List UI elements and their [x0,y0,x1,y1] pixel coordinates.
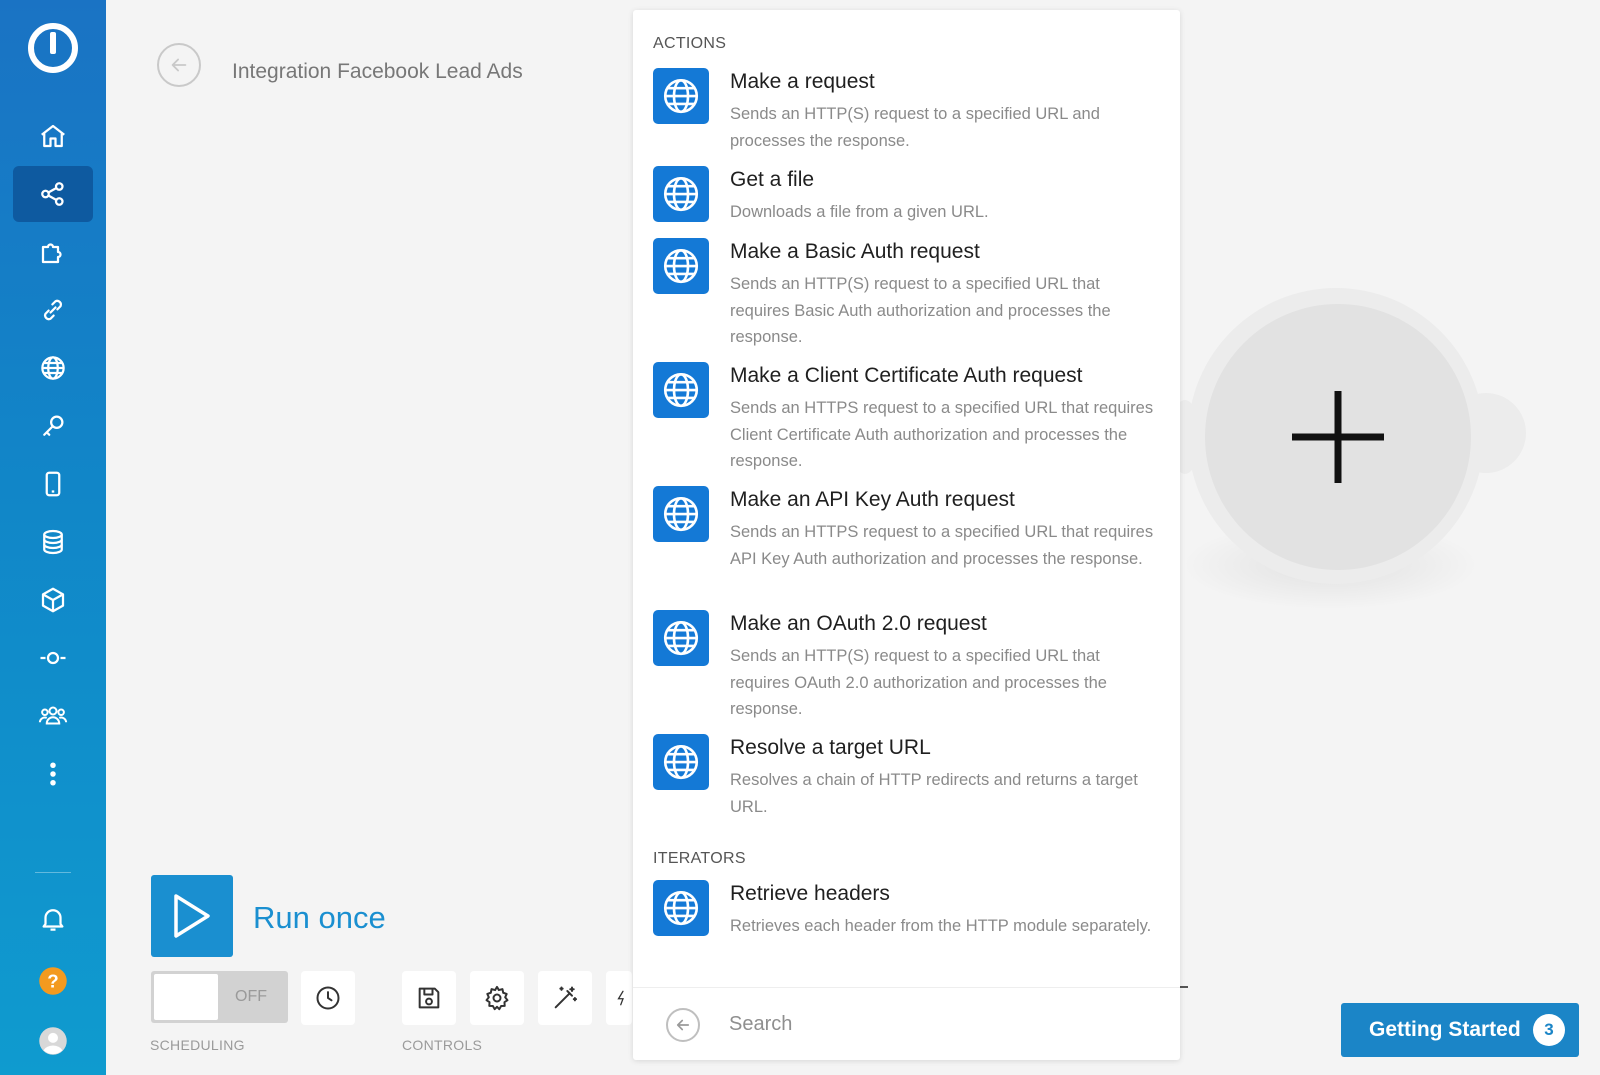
mobile-icon [45,471,61,497]
sidebar-item-more[interactable] [13,746,93,802]
toggle-state: OFF [235,988,267,1005]
team-icon [38,706,68,725]
sidebar-item-datastructures[interactable] [13,572,93,628]
module-search-input[interactable] [729,1004,1149,1044]
database-icon [43,529,63,555]
http-globe-icon [653,610,709,666]
http-globe-icon [653,68,709,124]
module-description: Sends an HTTP(S) request to a specified … [730,647,1107,718]
sidebar-item-keys[interactable] [13,398,93,454]
cube-icon [41,587,65,613]
sidebar-item-connections[interactable] [13,282,93,338]
module-description: Downloads a file from a given URL. [730,203,989,221]
module-name: Make an API Key Auth request [730,488,1015,511]
sidebar-item-webhooks-globe[interactable] [13,340,93,396]
section-actions-title: ACTIONS [653,35,727,52]
key-icon [43,415,64,436]
toolbar-divider [1180,986,1188,988]
search-back-button[interactable] [666,1008,700,1042]
sidebar-item-scenarios[interactable] [13,166,93,222]
http-globe-icon [653,880,709,936]
getting-started-count-badge: 3 [1533,1014,1565,1046]
arrow-left-icon [676,1019,690,1031]
schedule-settings-button[interactable] [301,971,355,1025]
getting-started-button[interactable]: Getting Started 3 [1341,1003,1579,1057]
module-search-bar [633,987,1180,1060]
sidebar-item-profile[interactable] [13,1013,93,1069]
controls-label: CONTROLS [402,1037,483,1053]
http-globe-icon [653,238,709,294]
module-description: Retrieves each header from the HTTP modu… [730,917,1152,935]
svg-text:?: ? [47,970,58,991]
sidebar: ? [0,0,106,1075]
add-module-node[interactable] [1205,304,1471,570]
more-icon [50,762,56,786]
http-globe-icon [653,166,709,222]
puzzle-icon [41,243,62,264]
module-name: Make a Client Certificate Auth request [730,364,1083,387]
save-icon [418,987,440,1009]
auto-align-button[interactable] [538,971,592,1025]
module-name: Make a Basic Auth request [730,240,980,263]
globe-icon [41,356,65,380]
scenario-settings-button[interactable] [470,971,524,1025]
save-button[interactable] [402,971,456,1025]
http-globe-icon [653,734,709,790]
bell-icon [42,909,64,931]
http-globe-icon [653,362,709,418]
run-once-label[interactable]: Run once [253,900,386,936]
clock-icon [316,986,340,1010]
sidebar-item-datastores[interactable] [13,514,93,570]
sidebar-item-devices[interactable] [13,456,93,512]
toggle-knob [154,974,218,1020]
flow-icon [617,990,624,1006]
help-icon: ? [39,967,67,995]
webhook-icon [40,651,66,665]
avatar-icon [39,1027,67,1055]
sidebar-item-help[interactable]: ? [13,953,93,1009]
home-icon [41,124,65,148]
module-name: Make an OAuth 2.0 request [730,612,987,635]
scheduling-toggle[interactable]: OFF [151,971,288,1023]
play-icon [174,894,210,938]
magic-wand-icon [554,986,578,1009]
sidebar-item-webhooks[interactable] [13,630,93,686]
scenario-title[interactable]: Integration Facebook Lead Ads [232,60,523,84]
module-description: Resolves a chain of HTTP redirects and r… [730,771,1138,816]
sidebar-item-home[interactable] [13,108,93,164]
module-description: Sends an HTTP(S) request to a specified … [730,275,1111,346]
sidebar-item-templates[interactable] [13,224,93,280]
module-picker-panel: ACTIONS Make a request Sends an HTTP(S) … [633,10,1180,1060]
getting-started-label: Getting Started [1369,1018,1521,1041]
module-name: Get a file [730,168,815,191]
http-globe-icon [653,486,709,542]
sidebar-divider [35,872,71,873]
link-icon [44,299,62,321]
module-name: Retrieve headers [730,882,890,905]
module-name: Resolve a target URL [730,736,931,759]
module-description: Sends an HTTP(S) request to a specified … [730,105,1100,150]
make-logo-icon[interactable] [27,22,79,74]
back-button[interactable] [157,43,201,87]
plus-icon [1292,391,1384,483]
sidebar-item-team[interactable] [13,688,93,744]
module-name: Make a request [730,70,875,93]
module-description: Sends an HTTPS request to a specified UR… [730,523,1154,568]
module-description: Sends an HTTPS request to a specified UR… [730,399,1154,470]
run-once-button[interactable] [151,875,233,957]
share-icon [41,182,64,206]
section-iterators-title: ITERATORS [653,850,746,867]
gear-icon [485,985,509,1011]
sidebar-item-notifications[interactable] [13,891,93,947]
scheduling-label: SCHEDULING [150,1037,245,1053]
arrow-left-icon [171,58,187,72]
explain-flow-button[interactable] [606,971,632,1025]
